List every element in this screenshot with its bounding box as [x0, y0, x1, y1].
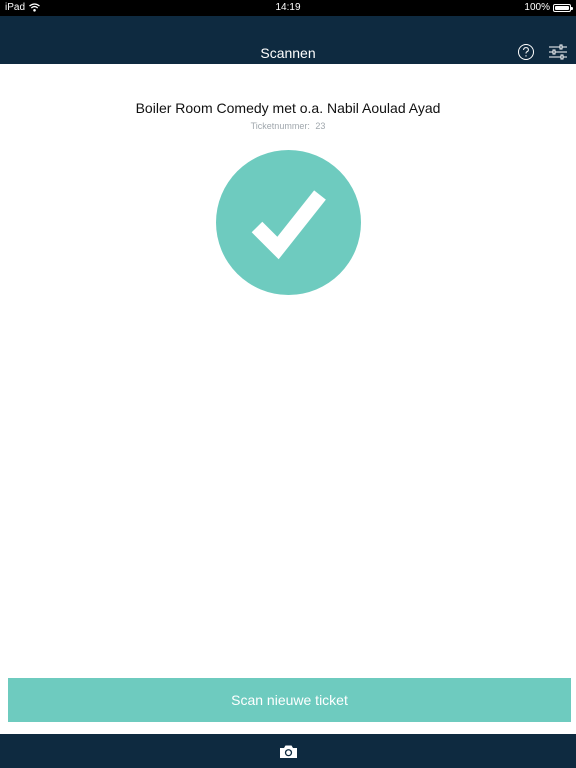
- ticket-number-value: 23: [315, 121, 326, 131]
- valid-ticket-indicator: [216, 150, 361, 295]
- scan-new-ticket-button[interactable]: Scan nieuwe ticket: [8, 678, 571, 722]
- battery-icon: [553, 3, 573, 12]
- event-title: Boiler Room Comedy met o.a. Nabil Aoulad…: [135, 100, 441, 116]
- battery-percentage: 100%: [524, 2, 550, 13]
- bottom-toolbar: [0, 734, 576, 768]
- question-circle-icon[interactable]: [517, 43, 535, 61]
- status-right: 100%: [524, 2, 573, 13]
- status-bar: iPad 14:19 100%: [0, 0, 576, 16]
- checkmark-icon: [251, 190, 326, 260]
- ticket-number-label: Ticketnummer:: [250, 121, 310, 131]
- status-time: 14:19: [275, 2, 301, 13]
- camera-icon[interactable]: [279, 744, 298, 759]
- ticket-number: Ticketnummer: 23: [0, 121, 576, 131]
- page-title: Scannen: [260, 45, 316, 61]
- sliders-icon[interactable]: [548, 43, 568, 61]
- navigation-bar: Scannen: [0, 16, 576, 64]
